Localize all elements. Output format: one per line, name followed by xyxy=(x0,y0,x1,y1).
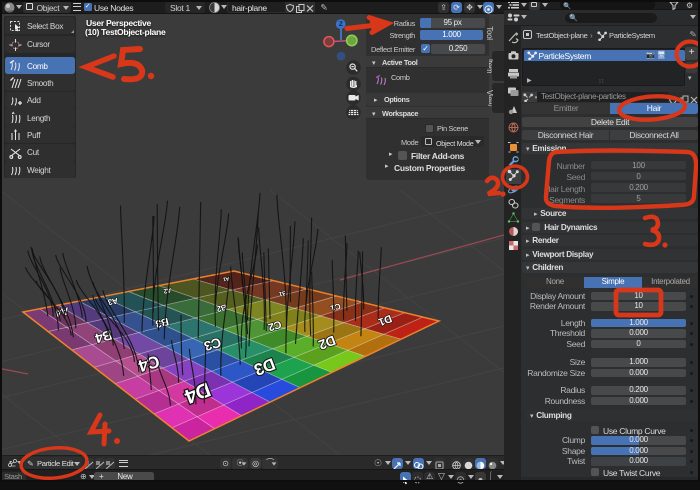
svg-text:Z: Z xyxy=(339,21,343,28)
